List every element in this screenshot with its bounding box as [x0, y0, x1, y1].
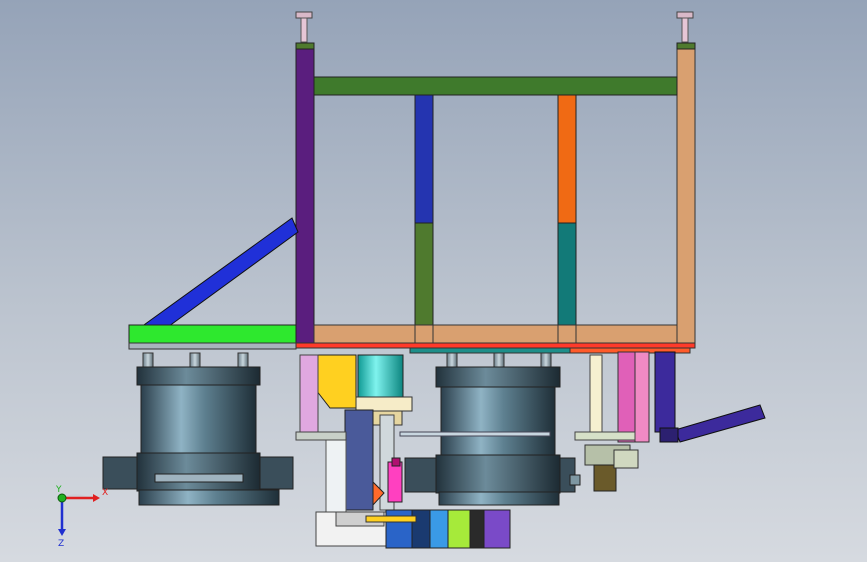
right-arm — [654, 351, 676, 433]
y-axis-dot — [57, 493, 67, 503]
inner-post-2-upper — [557, 94, 577, 224]
red-plate — [295, 342, 696, 349]
middle-cylinder-assembly — [404, 352, 581, 506]
right-column — [676, 42, 696, 344]
x-axis-label: X — [102, 488, 108, 498]
z-axis-label: Z — [58, 539, 64, 549]
inner-post-1-upper — [414, 94, 434, 224]
cad-viewport[interactable]: X Y Z — [0, 0, 867, 562]
inner-post-1-lower — [414, 222, 434, 328]
left-platform — [128, 324, 297, 344]
left-cylinder-assembly — [102, 352, 294, 506]
left-column — [295, 42, 315, 344]
top-foot-left — [295, 11, 313, 43]
assembly-drawing: X Y Z — [55, 11, 766, 549]
right-bracket-assembly — [574, 351, 766, 492]
y-axis-label: Y — [55, 485, 62, 495]
top-foot-right — [676, 11, 694, 43]
coordinate-triad: X Y Z — [55, 485, 108, 549]
top-beam — [313, 76, 678, 96]
cyan-motor — [357, 354, 404, 398]
inner-post-2-lower — [557, 222, 577, 328]
base-beam — [313, 324, 678, 344]
bottom-valve-block — [315, 509, 511, 549]
diagonal-brace — [128, 217, 299, 341]
